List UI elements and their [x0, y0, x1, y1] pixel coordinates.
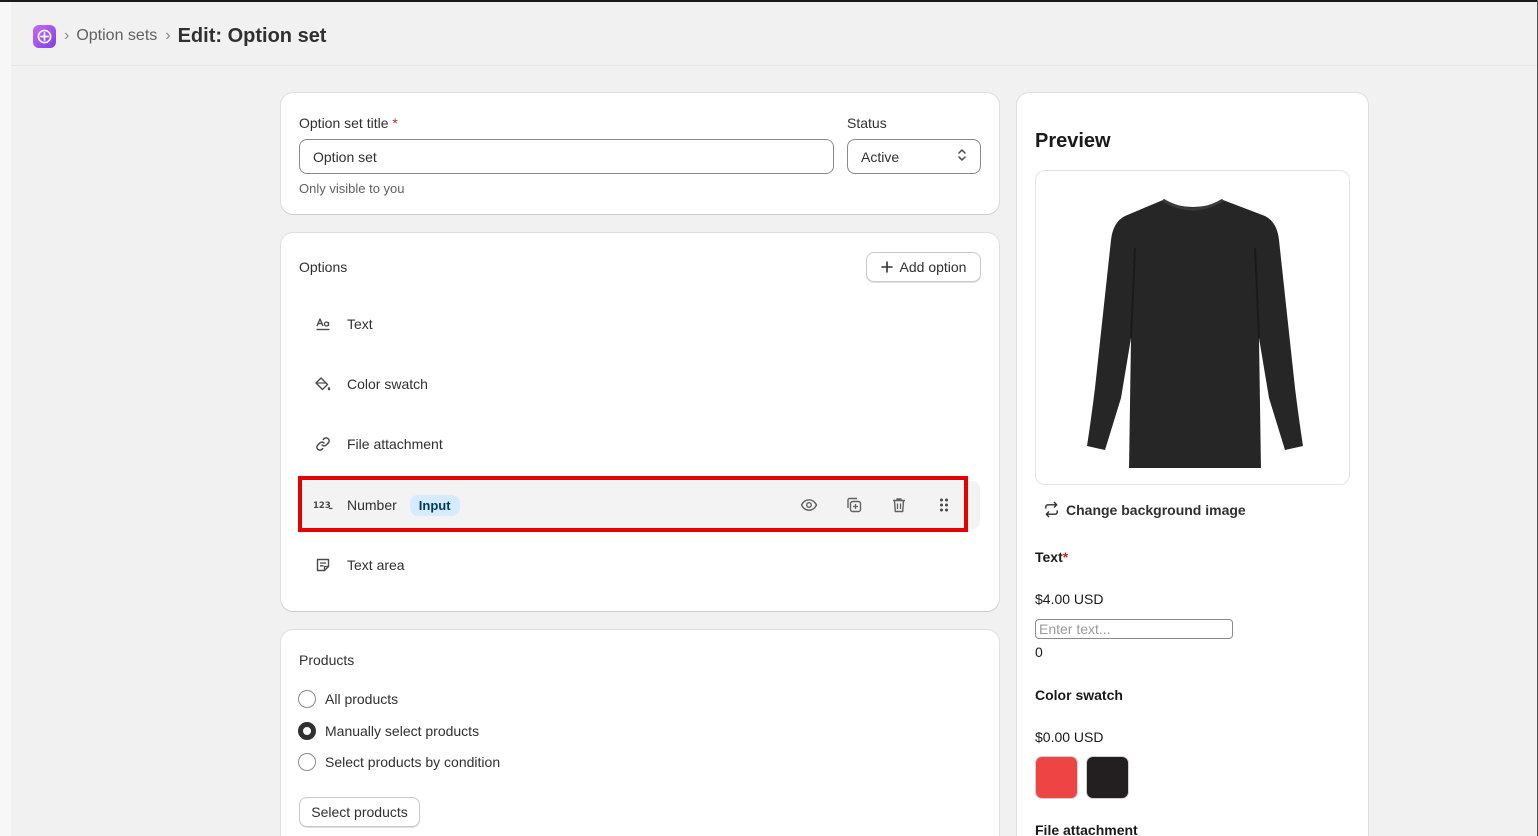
option-item-label: Text — [347, 316, 373, 332]
select-chevron-icon — [957, 147, 967, 166]
option-item-label: Text area — [347, 557, 405, 573]
color-swatch-black[interactable] — [1086, 756, 1129, 799]
window-top-border — [0, 0, 1538, 2]
svg-text:123: 123 — [313, 501, 331, 511]
option-item-color-swatch[interactable]: Color swatch — [299, 360, 980, 408]
radio-label: All products — [325, 691, 399, 707]
preview-title: Preview — [1035, 130, 1111, 152]
paint-bucket-icon — [299, 376, 347, 392]
option-set-title-input[interactable] — [299, 139, 834, 174]
breadcrumb-option-sets-link[interactable]: Option sets — [76, 27, 157, 45]
select-products-label: Select products — [311, 804, 408, 820]
link-icon — [299, 436, 347, 452]
products-card: Products All products Manually select pr… — [281, 630, 999, 836]
radio-label: Select products by condition — [325, 754, 501, 770]
radio-label: Manually select products — [325, 723, 480, 739]
required-asterisk: * — [392, 115, 398, 131]
duplicate-icon[interactable] — [831, 496, 876, 514]
breadcrumb-separator: › — [165, 27, 171, 44]
option-item-text[interactable]: Text — [299, 300, 980, 348]
long-sleeve-shirt-image — [1086, 198, 1303, 468]
preview-text-price: $4.00 USD — [1035, 591, 1104, 607]
add-option-label: Add option — [899, 259, 967, 275]
preview-character-count: 0 — [1035, 644, 1043, 660]
header-divider — [11, 65, 1537, 66]
preview-text-label-text: Text — [1035, 549, 1063, 565]
title-label-text: Option set title — [299, 115, 389, 131]
plus-icon — [880, 261, 893, 273]
preview-color-swatch-label: Color swatch — [1035, 687, 1123, 703]
preview-text-input[interactable] — [1035, 619, 1233, 639]
preview-color-swatch-price: $0.00 USD — [1035, 729, 1104, 745]
title-help-text: Only visible to you — [299, 181, 405, 196]
status-label: Status — [847, 115, 887, 131]
left-gutter — [0, 2, 11, 836]
breadcrumb: › Option sets › Edit: Option set — [33, 24, 326, 48]
required-asterisk: * — [1062, 549, 1069, 565]
option-item-text-area[interactable]: Text area — [299, 541, 980, 589]
trash-icon[interactable] — [876, 496, 921, 514]
product-preview-image — [1035, 170, 1350, 485]
option-row-actions — [786, 481, 966, 529]
radio-manually-select[interactable]: Manually select products — [298, 722, 479, 740]
refresh-icon — [1045, 501, 1058, 518]
option-set-details-card: Option set title * Only visible to you S… — [281, 93, 999, 214]
add-option-button[interactable]: Add option — [866, 252, 981, 282]
option-item-label: Number — [347, 497, 397, 513]
text-format-icon — [299, 316, 347, 332]
radio-button-checked[interactable] — [298, 722, 316, 740]
number-icon: 123 — [299, 499, 347, 511]
option-type-badge: Input — [409, 494, 460, 516]
select-products-button[interactable]: Select products — [299, 797, 420, 827]
preview-card: Preview Change background image Text* $4… — [1017, 93, 1368, 836]
option-item-label: File attachment — [347, 436, 443, 452]
app-logo-icon[interactable] — [33, 24, 56, 48]
radio-button[interactable] — [298, 753, 316, 771]
options-heading: Options — [299, 259, 348, 275]
page-title: Edit: Option set — [177, 24, 327, 47]
radio-button[interactable] — [298, 690, 316, 708]
title-field-label: Option set title * — [299, 115, 398, 131]
eye-icon[interactable] — [786, 496, 831, 514]
status-select[interactable]: Active — [847, 139, 981, 174]
products-heading: Products — [299, 652, 355, 668]
radio-all-products[interactable]: All products — [298, 690, 398, 708]
preview-text-label: Text* — [1035, 549, 1068, 565]
options-card: Options Add option Text Color swatch Fil… — [281, 233, 999, 611]
radio-select-by-condition[interactable]: Select products by condition — [298, 753, 500, 771]
preview-file-attachment-label: File attachment — [1035, 822, 1138, 836]
option-item-file-attachment[interactable]: File attachment — [299, 420, 980, 468]
note-icon — [299, 557, 347, 573]
breadcrumb-separator: › — [64, 27, 70, 44]
option-item-label: Color swatch — [347, 376, 428, 392]
change-background-button[interactable]: Change background image — [1043, 501, 1246, 518]
option-item-number[interactable]: 123 Number Input — [299, 481, 980, 529]
status-selected-value: Active — [861, 148, 900, 165]
change-background-label: Change background image — [1066, 501, 1246, 518]
drag-handle-icon[interactable] — [921, 497, 966, 513]
color-swatch-red[interactable] — [1035, 756, 1078, 799]
